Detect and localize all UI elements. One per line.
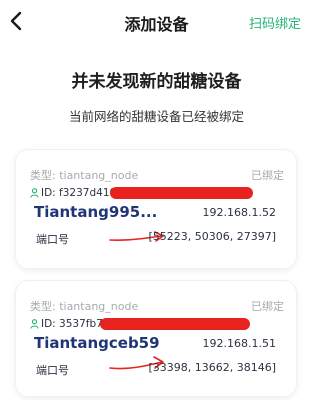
device-ports: [33398, 13662, 38146] <box>148 361 276 374</box>
user-icon <box>30 319 39 329</box>
device-ports: [55223, 50306, 27397] <box>148 230 276 243</box>
port-label: 端口号 <box>36 364 69 377</box>
scan-bind-button[interactable]: 扫码绑定 <box>249 13 301 32</box>
device-type: 类型: tiantang_node <box>30 300 139 313</box>
device-card[interactable]: 类型: tiantang_node 已绑定 ID: f3237d41079a8 … <box>16 150 296 268</box>
device-name: Tiantangceb59 <box>34 334 160 352</box>
device-status-badge: 已绑定 <box>251 300 284 313</box>
device-card[interactable]: 类型: tiantang_node 已绑定 ID: 3537fb7262ea T… <box>16 281 296 396</box>
port-label: 端口号 <box>36 233 69 246</box>
no-new-device-headline: 并未发现新的甜糖设备 <box>71 72 242 92</box>
device-status-badge: 已绑定 <box>251 169 284 182</box>
bound-device-notice: 当前网络的甜糖设备已经被绑定 <box>68 109 244 124</box>
device-name: Tiantang995... <box>34 203 158 221</box>
device-type: 类型: tiantang_node <box>30 169 139 182</box>
device-ip: 192.168.1.52 <box>202 206 276 219</box>
user-icon <box>30 188 39 198</box>
header-bar: 添加设备 扫码绑定 <box>0 0 313 44</box>
redaction-mark <box>100 318 250 330</box>
device-ip: 192.168.1.51 <box>202 337 276 350</box>
redaction-mark <box>110 187 253 199</box>
